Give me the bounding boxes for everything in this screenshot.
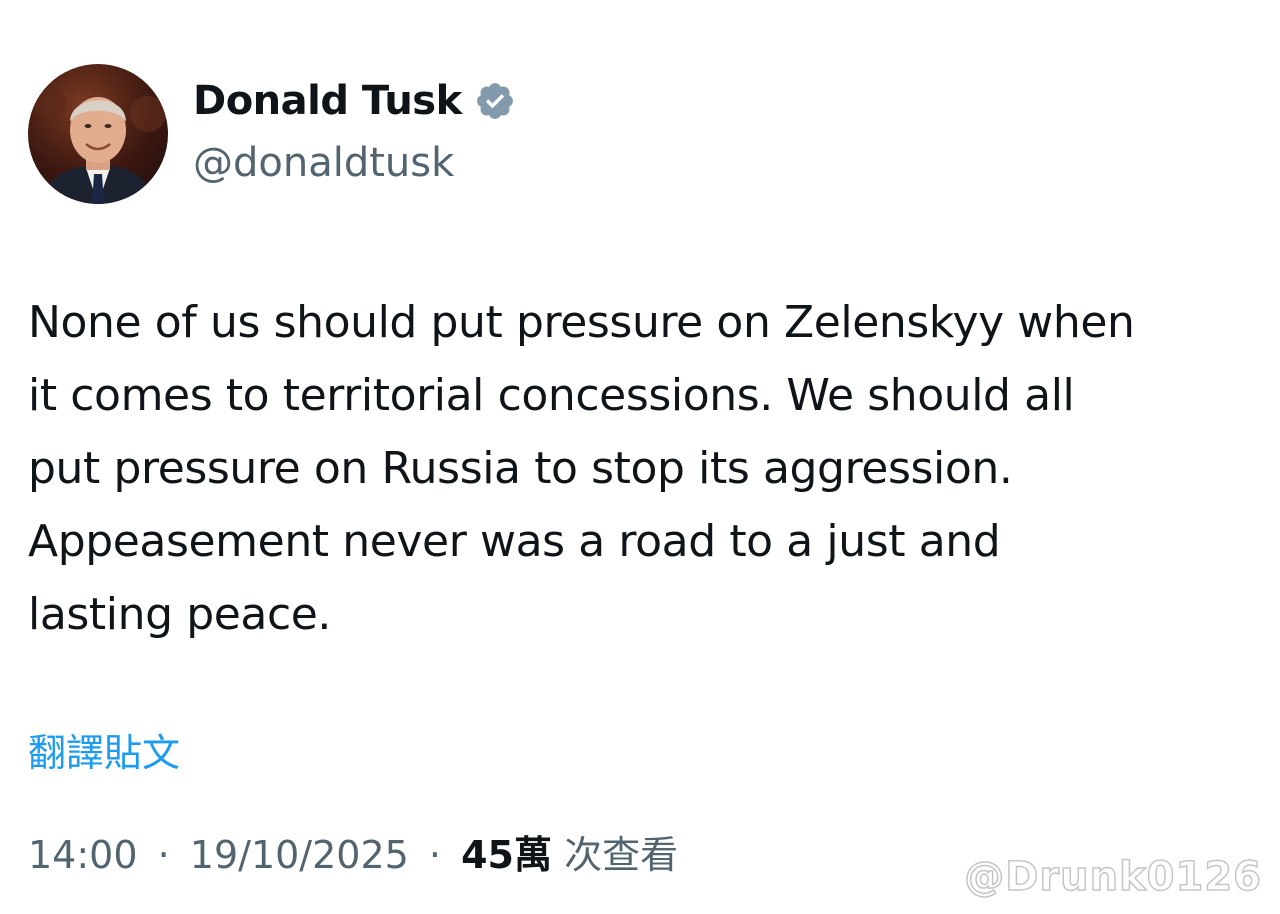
tweet-date[interactable]: 19/10/2025 — [190, 833, 409, 877]
tweet-line: lasting peace. — [28, 589, 332, 640]
tweet-time[interactable]: 14:00 — [28, 833, 138, 877]
translate-post-link[interactable]: 翻譯貼文 — [28, 722, 180, 777]
tweet-text: None of us should put pressure on Zelens… — [28, 286, 1258, 651]
tweet-line: put pressure on Russia to stop its aggre… — [28, 443, 1013, 494]
author-name-text: Donald Tusk — [193, 78, 462, 124]
views-count[interactable]: 45萬 — [461, 833, 552, 877]
tweet-line: it comes to territorial concessions. We … — [28, 370, 1075, 421]
meta-separator: · — [157, 833, 170, 877]
verified-badge-icon — [474, 80, 516, 122]
avatar[interactable] — [28, 64, 168, 204]
tweet-line: None of us should put pressure on Zelens… — [28, 297, 1135, 348]
author-handle[interactable]: @donaldtusk — [193, 140, 454, 186]
avatar-portrait-icon — [34, 88, 166, 204]
tweet-meta: 14:00 · 19/10/2025 · 45萬 次查看 — [28, 824, 678, 879]
views-label: 次查看 — [564, 833, 679, 877]
watermark: @Drunk0126 — [963, 853, 1262, 901]
meta-separator: · — [428, 833, 442, 877]
author-name[interactable]: Donald Tusk — [193, 78, 516, 124]
tweet-line: Appeasement never was a road to a just a… — [28, 516, 1001, 567]
